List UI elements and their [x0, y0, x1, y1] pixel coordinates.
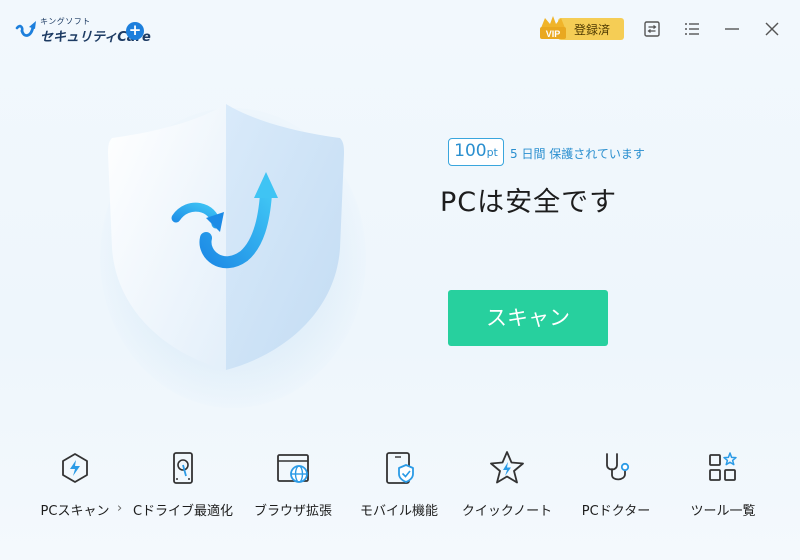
tool-all-tools[interactable]: ツール一覧: [668, 440, 778, 530]
tool-label: ブラウザ拡張: [253, 504, 332, 519]
scan-button[interactable]: スキャン: [448, 290, 608, 346]
chevron-right-icon: ›: [117, 501, 123, 516]
app-logo: キングソフト セキュリティCare +: [14, 14, 151, 45]
feedback-icon: [644, 21, 660, 37]
vip-status-button[interactable]: VIP 登録済: [538, 16, 624, 40]
logo-plus-icon: +: [126, 22, 144, 40]
stethoscope-icon: [606, 453, 630, 481]
tool-label: Cドライブ最適化: [132, 504, 234, 519]
feedback-button[interactable]: [641, 18, 663, 40]
bolt-hexagon-icon: [62, 453, 88, 483]
tool-label: PCドクター: [581, 504, 651, 519]
points-badge: 100pt: [448, 138, 504, 166]
vip-crown-icon: VIP: [540, 16, 566, 39]
tool-c-drive-optimize[interactable]: Cドライブ最適化: [128, 440, 238, 530]
shield-icon: [108, 104, 344, 370]
list-menu-icon: [685, 23, 699, 35]
close-icon: [765, 22, 779, 36]
minimize-icon: [725, 28, 739, 30]
close-button[interactable]: [761, 18, 783, 40]
protected-days-text: 5 日間 保護されています: [510, 147, 645, 161]
vip-badge-text: VIP: [546, 29, 561, 39]
tool-bar: PCスキャン › Cドライブ最適化 ブラウザ拡張 モバイル機能 クイックノート …: [0, 440, 800, 540]
shield-illustration: [88, 98, 378, 418]
star-bolt-icon: [490, 451, 524, 484]
menu-button[interactable]: [681, 18, 703, 40]
tool-label: クイックノート: [461, 504, 553, 519]
vip-label: 登録済: [574, 23, 611, 37]
grid-tools-icon: [709, 452, 737, 481]
tool-quick-note[interactable]: クイックノート: [452, 440, 562, 530]
title-bar: キングソフト セキュリティCare + VIP 登録済: [0, 0, 800, 60]
logo-arrow-icon: [15, 21, 36, 37]
tool-label: ツール一覧: [690, 504, 756, 519]
hard-drive-icon: [173, 452, 193, 484]
tool-mobile-features[interactable]: モバイル機能: [344, 440, 454, 530]
tool-pc-doctor[interactable]: PCドクター: [561, 440, 671, 530]
tool-label: モバイル機能: [359, 504, 438, 519]
tool-browser-extension[interactable]: ブラウザ拡張: [238, 440, 348, 530]
tool-pc-scan[interactable]: PCスキャン: [20, 440, 130, 530]
points-unit: pt: [486, 146, 498, 159]
points-value: 100: [454, 141, 487, 161]
browser-globe-icon: [277, 454, 309, 483]
minimize-button[interactable]: [721, 18, 743, 40]
tool-label: PCスキャン: [40, 504, 110, 519]
phone-shield-icon: [386, 452, 414, 484]
safety-headline: PCは安全です: [440, 187, 618, 218]
